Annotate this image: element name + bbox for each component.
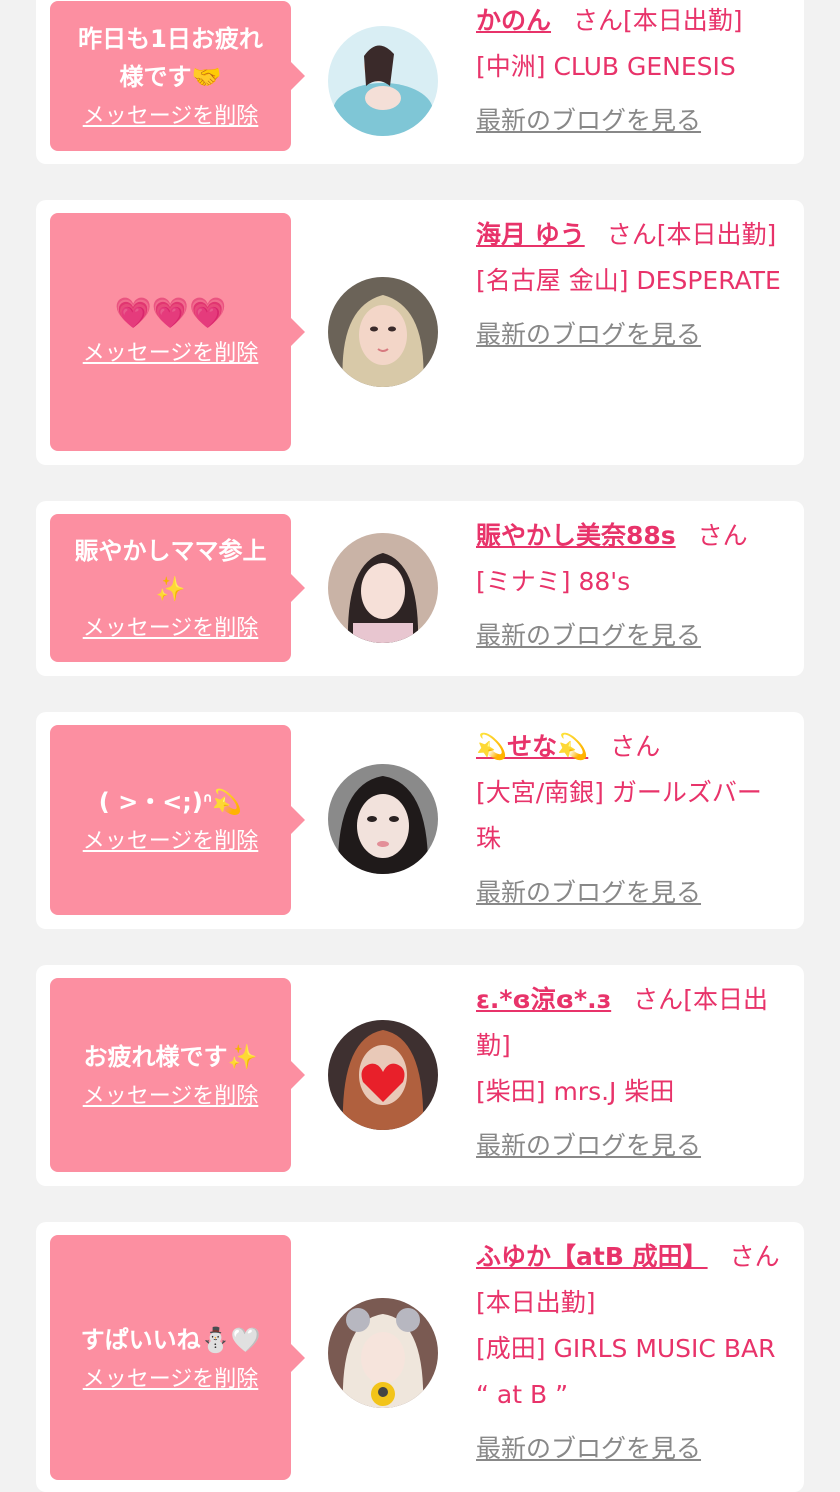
message-bubble: 賑やかしママ参上 ✨ メッセージを削除 bbox=[50, 514, 305, 662]
cast-name-link[interactable]: ε.*ɞ涼ɞ*.з bbox=[476, 985, 611, 1014]
message-card: ( >・<;)ᐢ💫 メッセージを削除 💫せな💫 さん [大宮/南銀] ガールズバー… bbox=[36, 712, 804, 929]
message-text: 💗💗💗 bbox=[114, 296, 227, 331]
latest-blog-link[interactable]: 最新のブログを見る bbox=[476, 1426, 701, 1472]
entry-info: ε.*ɞ涼ɞ*.з さん[本日出勤] [柴田] mrs.J 柴田 最新のブログを見… bbox=[476, 977, 792, 1169]
entry-info: かのん さん[本日出勤] [中洲] CLUB GENESIS 最新のブログを見る bbox=[476, 0, 792, 144]
message-text: お疲れ様です✨ bbox=[83, 1043, 258, 1071]
cast-name-link[interactable]: 賑やかし美奈88s bbox=[476, 521, 676, 550]
san-label: さん bbox=[573, 6, 624, 35]
message-text: ( >・<;)ᐢ💫 bbox=[98, 788, 243, 816]
status-label: [本日出勤] bbox=[623, 6, 743, 35]
entry-info: 賑やかし美奈88s さん [ミナミ] 88's 最新のブログを見る bbox=[476, 513, 792, 659]
location-label: [大宮/南銀] ガールズバー 珠 bbox=[476, 778, 762, 853]
location-label: [ミナミ] 88's bbox=[476, 567, 631, 596]
message-card: 賑やかしママ参上 ✨ メッセージを削除 賑やかし美奈88s さん [ミナミ] 88… bbox=[36, 501, 804, 676]
message-text: 賑やかしママ参上 ✨ bbox=[74, 537, 267, 603]
latest-blog-link[interactable]: 最新のブログを見る bbox=[476, 870, 701, 916]
avatar[interactable] bbox=[328, 1020, 438, 1130]
avatar[interactable] bbox=[328, 533, 438, 643]
location-label: [成田] GIRLS MUSIC BAR “ at B ” bbox=[476, 1334, 776, 1409]
latest-blog-link[interactable]: 最新のブログを見る bbox=[476, 98, 701, 144]
message-bubble: 💗💗💗 メッセージを削除 bbox=[50, 213, 305, 451]
delete-message-link[interactable]: メッセージを削除 bbox=[83, 614, 259, 644]
avatar[interactable] bbox=[328, 277, 438, 387]
san-label: さん bbox=[610, 732, 661, 761]
delete-message-link[interactable]: メッセージを削除 bbox=[83, 827, 259, 857]
message-text: 昨日も1日お疲れ 様です🤝 bbox=[78, 25, 263, 91]
message-bubble: 昨日も1日お疲れ 様です🤝 メッセージを削除 bbox=[50, 1, 305, 151]
san-label: さん bbox=[697, 521, 748, 550]
message-card: お疲れ様です✨ メッセージを削除 ε.*ɞ涼ɞ*.з さん[本日出勤] [柴田] … bbox=[36, 965, 804, 1186]
message-bubble: ( >・<;)ᐢ💫 メッセージを削除 bbox=[50, 725, 305, 915]
avatar[interactable] bbox=[328, 764, 438, 874]
san-label: さん bbox=[606, 220, 657, 249]
location-label: [柴田] mrs.J 柴田 bbox=[476, 1077, 675, 1106]
latest-blog-link[interactable]: 最新のブログを見る bbox=[476, 312, 701, 358]
message-bubble: お疲れ様です✨ メッセージを削除 bbox=[50, 978, 305, 1172]
message-bubble: すぱいいね⛄🤍 メッセージを削除 bbox=[50, 1235, 305, 1480]
delete-message-link[interactable]: メッセージを削除 bbox=[83, 1082, 259, 1112]
avatar-sena-image bbox=[328, 764, 438, 874]
cast-name-link[interactable]: 海月 ゆう bbox=[476, 220, 585, 249]
message-card: すぱいいね⛄🤍 メッセージを削除 ふゆか【atB 成田】 さん [本日出勤] [成田… bbox=[36, 1222, 804, 1492]
entry-info: 海月 ゆう さん[本日出勤] [名古屋 金山] DESPERATE 最新のブログを… bbox=[476, 212, 792, 358]
delete-message-link[interactable]: メッセージを削除 bbox=[83, 102, 259, 132]
entry-info: ふゆか【atB 成田】 さん [本日出勤] [成田] GIRLS MUSIC BAR… bbox=[476, 1234, 792, 1472]
latest-blog-link[interactable]: 最新のブログを見る bbox=[476, 613, 701, 659]
avatar-ryo-image bbox=[328, 1020, 438, 1130]
delete-message-link[interactable]: メッセージを削除 bbox=[83, 1365, 259, 1395]
avatar-mina-image bbox=[328, 533, 438, 643]
message-card: 昨日も1日お疲れ 様です🤝 メッセージを削除 かのん さん[本日出勤] [中洲] … bbox=[36, 0, 804, 164]
entry-info: 💫せな💫 さん [大宮/南銀] ガールズバー 珠 最新のブログを見る bbox=[476, 724, 792, 916]
cast-name-link[interactable]: かのん bbox=[476, 6, 551, 35]
status-label: [本日出勤] bbox=[476, 1288, 596, 1317]
avatar-yuu-image bbox=[328, 277, 438, 387]
avatar[interactable] bbox=[328, 1298, 438, 1408]
san-label: さん bbox=[729, 1242, 780, 1271]
avatar[interactable] bbox=[328, 26, 438, 136]
san-label: さん bbox=[633, 985, 684, 1014]
message-text: すぱいいね⛄🤍 bbox=[80, 1325, 261, 1354]
location-label: [名古屋 金山] DESPERATE bbox=[476, 266, 781, 295]
cast-name-link[interactable]: ふゆか【atB 成田】 bbox=[476, 1242, 708, 1271]
avatar-fuyuka-image bbox=[328, 1298, 438, 1408]
status-label: [本日出勤] bbox=[656, 220, 777, 249]
location-label: [中洲] CLUB GENESIS bbox=[476, 52, 736, 81]
delete-message-link[interactable]: メッセージを削除 bbox=[83, 339, 259, 369]
cast-name-link[interactable]: 💫せな💫 bbox=[476, 732, 588, 761]
latest-blog-link[interactable]: 最新のブログを見る bbox=[476, 1123, 701, 1169]
message-card: 💗💗💗 メッセージを削除 海月 ゆう さん[本日出勤] [名古屋 金山] DESP… bbox=[36, 200, 804, 465]
avatar-kanon-image bbox=[328, 26, 438, 136]
